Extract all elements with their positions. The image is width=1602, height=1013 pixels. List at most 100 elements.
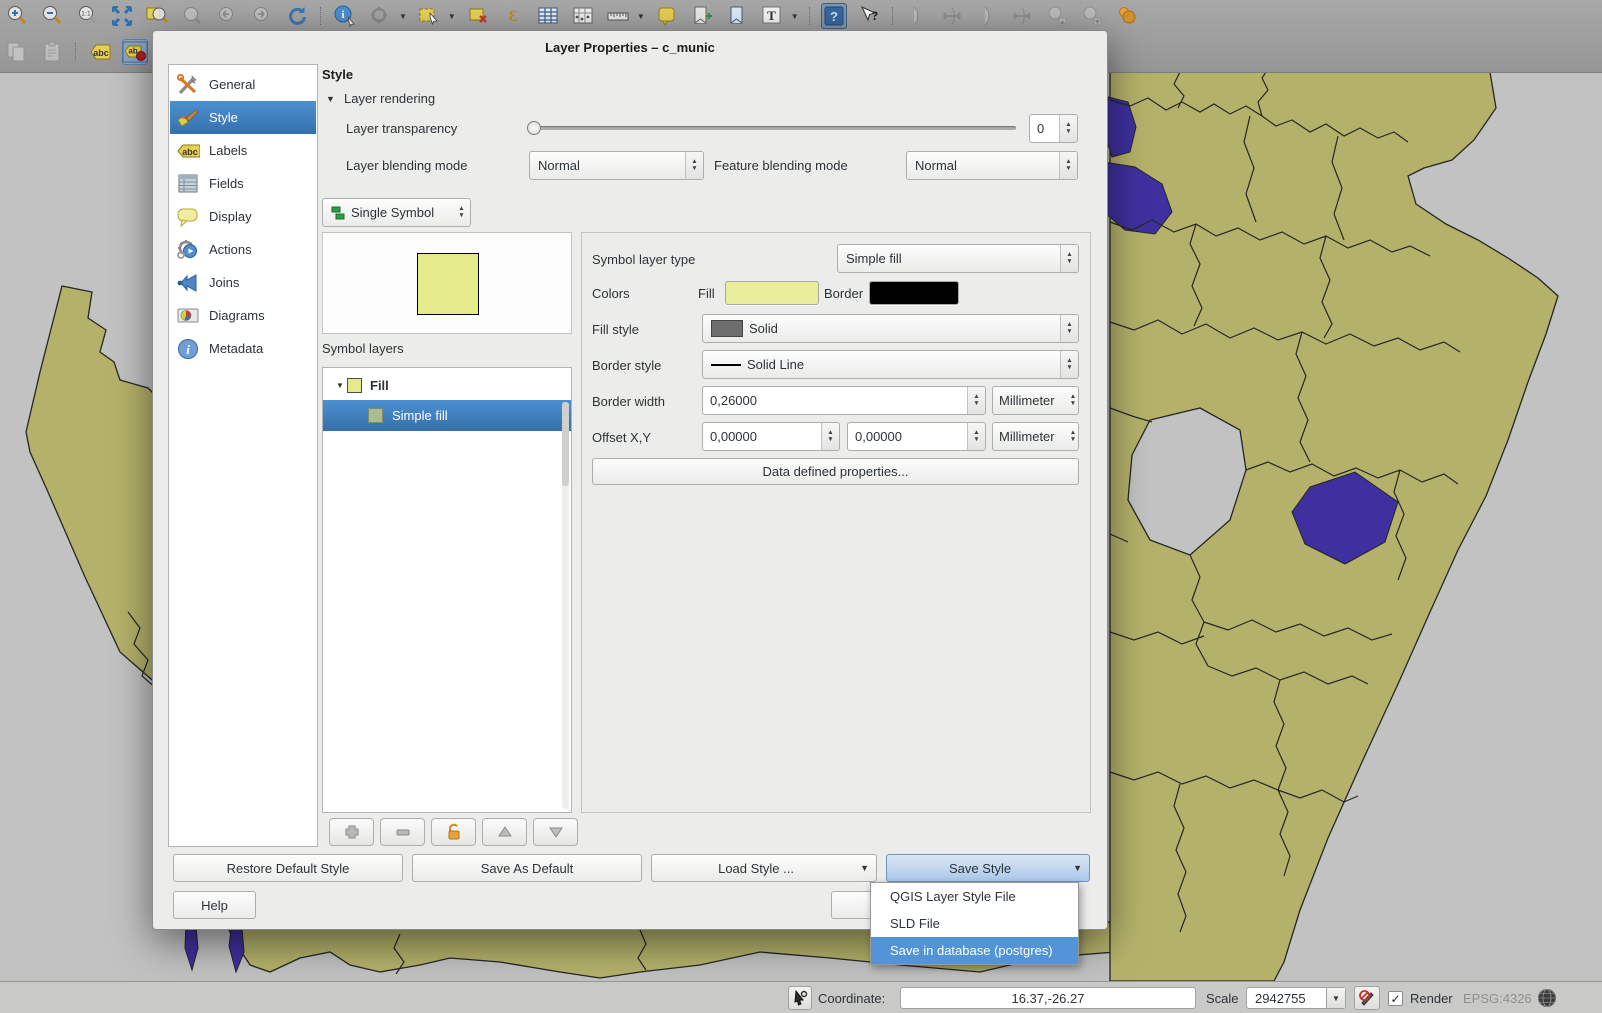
reshape-features-icon[interactable]	[939, 3, 965, 29]
text-annotation-icon[interactable]: T	[759, 3, 785, 29]
offset-unit-combo[interactable]: Millimeter ▲▼	[992, 422, 1079, 451]
sidebar-item-metadata[interactable]: i Metadata	[170, 332, 316, 365]
sidebar-item-general[interactable]: General	[170, 68, 316, 101]
sidebar-item-joins[interactable]: Joins	[170, 266, 316, 299]
map-tips-icon[interactable]	[654, 3, 680, 29]
select-by-expression-icon[interactable]: Ɛ	[500, 3, 526, 29]
deselect-features-icon[interactable]	[465, 3, 491, 29]
coordinate-input[interactable]: 16.37,-26.27	[900, 987, 1196, 1009]
zoom-actual-icon[interactable]: 1:1	[74, 3, 100, 29]
border-width-spinbox[interactable]: 0,26000 ▲▼	[702, 386, 986, 415]
restore-default-style-button[interactable]: Restore Default Style	[173, 854, 403, 882]
zoom-to-selection-icon[interactable]	[144, 3, 170, 29]
expander-icon[interactable]: ▼	[333, 381, 347, 390]
tree-scrollbar[interactable]	[562, 402, 569, 809]
offset-y-spinbox[interactable]: 0,00000 ▲▼	[847, 422, 986, 451]
layer-rendering-label[interactable]: Layer rendering	[344, 91, 435, 106]
transparency-spinbox[interactable]: 0 ▲▼	[1029, 114, 1078, 143]
sidebar-item-display[interactable]: Display	[170, 200, 316, 233]
remove-symbol-layer-button[interactable]	[380, 818, 425, 846]
layer-blending-combo[interactable]: Normal ▲▼	[529, 151, 704, 180]
label-abc-icon[interactable]: abc	[87, 39, 113, 65]
zoom-in-icon[interactable]	[4, 3, 30, 29]
tree-row-simple-fill[interactable]: Simple fill	[323, 400, 571, 431]
menu-item-save-in-database[interactable]: Save in database (postgres)	[871, 937, 1078, 964]
lock-symbol-layer-button[interactable]	[431, 818, 476, 846]
render-checkbox[interactable]: ✓	[1388, 991, 1403, 1006]
spin-arrows-icon[interactable]: ▲▼	[821, 423, 839, 450]
dropdown-arrow-icon[interactable]: ▼	[791, 12, 799, 21]
border-style-combo[interactable]: Solid Line ▲▼	[702, 350, 1079, 379]
zoom-next-icon[interactable]	[249, 3, 275, 29]
show-bookmarks-icon[interactable]	[724, 3, 750, 29]
load-style-button[interactable]: Load Style ... ▼	[651, 854, 877, 882]
dropdown-arrow-icon[interactable]: ▼	[637, 12, 645, 21]
lower-annotation-icon[interactable]	[1079, 3, 1105, 29]
collapse-arrow-icon[interactable]: ▼	[326, 94, 335, 104]
combo-arrows-icon: ▲▼	[1068, 423, 1078, 450]
renderer-value: Single Symbol	[351, 205, 434, 220]
move-up-button[interactable]	[482, 818, 527, 846]
zoom-out-icon[interactable]	[39, 3, 65, 29]
sidebar-item-diagrams[interactable]: Diagrams	[170, 299, 316, 332]
sidebar-item-labels[interactable]: abc Labels	[170, 134, 316, 167]
whats-this-icon[interactable]: ?	[856, 3, 882, 29]
spin-arrows-icon[interactable]: ▲▼	[1059, 115, 1077, 142]
copy-style-icon[interactable]	[4, 39, 30, 65]
save-style-button[interactable]: Save Style ▼	[886, 854, 1090, 882]
measure-icon[interactable]	[605, 3, 631, 29]
refresh-icon[interactable]	[284, 3, 310, 29]
sidebar-item-label: Joins	[209, 275, 239, 290]
sidebar-item-actions[interactable]: Actions	[170, 233, 316, 266]
identify-icon[interactable]: i	[332, 3, 358, 29]
zoom-to-layer-icon[interactable]	[179, 3, 205, 29]
offset-curve-icon[interactable]	[904, 3, 930, 29]
touch-icon[interactable]	[1114, 3, 1140, 29]
zoom-last-icon[interactable]	[214, 3, 240, 29]
spin-arrows-icon[interactable]: ▲▼	[967, 387, 985, 414]
fill-style-combo[interactable]: Solid ▲▼	[702, 314, 1079, 343]
zoom-full-icon[interactable]	[109, 3, 135, 29]
symbol-layer-type-combo[interactable]: Simple fill ▲▼	[837, 244, 1079, 273]
fill-color-button[interactable]	[725, 281, 819, 305]
save-as-default-button[interactable]: Save As Default	[412, 854, 642, 882]
spin-arrows-icon[interactable]: ▲▼	[967, 423, 985, 450]
offset-curve-2-icon[interactable]	[974, 3, 1000, 29]
crs-status-icon[interactable]	[1534, 986, 1560, 1010]
paste-style-icon[interactable]	[39, 39, 65, 65]
dropdown-arrow-icon[interactable]: ▼	[448, 12, 456, 21]
transparency-slider[interactable]	[529, 126, 1016, 130]
border-color-button[interactable]	[869, 281, 959, 305]
dropdown-arrow-icon: ▼	[860, 863, 869, 873]
feature-blending-combo[interactable]: Normal ▲▼	[906, 151, 1078, 180]
move-label-icon[interactable]: ab	[122, 39, 148, 65]
toolbar-separator	[320, 7, 322, 25]
offset-y-value: 0,00000	[855, 429, 902, 444]
reshape-features-2-icon[interactable]	[1009, 3, 1035, 29]
select-features-icon[interactable]	[416, 3, 442, 29]
sidebar-item-fields[interactable]: Fields	[170, 167, 316, 200]
menu-item-qgis-style-file[interactable]: QGIS Layer Style File	[871, 883, 1078, 910]
dropdown-arrow-icon[interactable]: ▼	[399, 12, 407, 21]
offset-x-spinbox[interactable]: 0,00000 ▲▼	[702, 422, 840, 451]
move-down-button[interactable]	[533, 818, 578, 846]
help-contents-icon[interactable]: ?	[821, 3, 847, 29]
add-symbol-layer-button[interactable]	[329, 818, 374, 846]
raise-annotation-icon[interactable]	[1044, 3, 1070, 29]
transparency-slider-handle[interactable]	[527, 121, 541, 135]
field-calculator-icon[interactable]	[570, 3, 596, 29]
sidebar-item-style[interactable]: Style	[170, 101, 316, 134]
dropdown-arrow-icon[interactable]: ▼	[1326, 988, 1345, 1008]
run-feature-action-icon[interactable]	[367, 3, 393, 29]
mouse-position-icon[interactable]	[788, 986, 812, 1010]
help-button[interactable]: Help	[173, 891, 256, 919]
tree-row-fill[interactable]: ▼ Fill	[323, 370, 571, 400]
attribute-table-icon[interactable]	[535, 3, 561, 29]
menu-item-sld-file[interactable]: SLD File	[871, 910, 1078, 937]
border-width-unit-combo[interactable]: Millimeter ▲▼	[992, 386, 1079, 415]
stop-render-icon[interactable]	[1354, 986, 1380, 1010]
renderer-combo[interactable]: Single Symbol ▲▼	[322, 198, 471, 227]
data-defined-properties-button[interactable]: Data defined properties...	[592, 458, 1079, 485]
scale-combo[interactable]: 2942755 ▼	[1246, 987, 1346, 1009]
new-bookmark-icon[interactable]	[689, 3, 715, 29]
